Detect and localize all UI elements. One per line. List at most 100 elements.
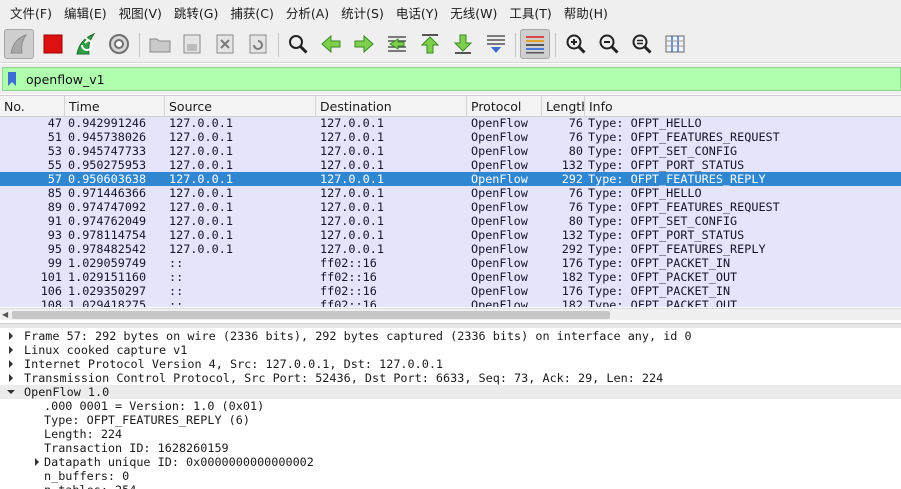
expanded-arrow-icon[interactable] (5, 385, 17, 399)
scroll-left-arrow-icon[interactable]: ◀ (2, 310, 8, 320)
menu-item[interactable]: 工具(T) (503, 0, 557, 27)
resize-columns-icon[interactable] (660, 29, 690, 59)
detail-tree-item[interactable]: Length: 224 (0, 427, 901, 441)
go-back-arrow-icon[interactable] (316, 29, 346, 59)
menu-item[interactable]: 统计(S) (335, 0, 390, 27)
detail-tree-item[interactable]: n_buffers: 0 (0, 469, 901, 483)
detail-tree-item[interactable]: n_tables: 254 (0, 483, 901, 489)
packet-cell-proto: OpenFlow (471, 214, 528, 228)
normal-size-icon[interactable] (627, 29, 657, 59)
display-filter-input[interactable]: openflow_v1 (2, 67, 901, 91)
menu-item[interactable]: 电话(Y) (390, 0, 444, 27)
packet-rows: 47 0.942991246 127.0.0.1 127.0.0.1 OpenFlow 7… (0, 117, 901, 307)
packet-row[interactable]: 93 0.978114754 127.0.0.1 127.0.0.1 OpenFlow 1… (0, 228, 901, 242)
detail-tree-item[interactable]: Datapath unique ID: 0x0000000000000002 (0, 455, 901, 469)
packet-cell-len: 76 (568, 130, 583, 144)
last-packet-icon[interactable] (448, 29, 478, 59)
packet-row[interactable]: 106 1.029350297:: ff02::16 OpenFlow 176 Type:… (0, 284, 901, 298)
packet-row[interactable]: 108 1.029418275:: ff02::16 OpenFlow 182 Type:… (0, 298, 901, 307)
menu-item[interactable]: 分析(A) (280, 0, 335, 27)
save-file-icon[interactable] (177, 29, 207, 59)
column-header-protocol[interactable]: Protocol (467, 96, 542, 117)
collapsed-arrow-icon[interactable] (5, 329, 17, 343)
packet-cell-len: 176 (561, 256, 583, 270)
detail-tree-item[interactable]: Transaction ID: 1628260159 (0, 441, 901, 455)
detail-tree-item[interactable]: OpenFlow 1.0 (0, 385, 901, 399)
packet-row[interactable]: 95 0.978482542 127.0.0.1 127.0.0.1 OpenFlow 2… (0, 242, 901, 256)
packet-cell-no: 101 (40, 270, 62, 284)
packet-cell-src: 127.0.0.1 (169, 186, 233, 200)
collapsed-arrow-icon[interactable] (5, 371, 17, 385)
detail-tree-item[interactable]: Type: OFPT_FEATURES_REPLY (6) (0, 413, 901, 427)
packet-row[interactable]: 89 0.974747092 127.0.0.1 127.0.0.1 OpenFlow 7… (0, 200, 901, 214)
packet-row-selected[interactable]: 57 0.950603638 127.0.0.1 127.0.0.1 OpenFlow 2… (0, 172, 901, 186)
menu-item[interactable]: 捕获(C) (224, 0, 279, 27)
packet-cell-info: Type: OFPT_HELLO (588, 186, 702, 200)
colorize-icon[interactable] (520, 29, 550, 59)
packet-cell-proto: OpenFlow (471, 144, 528, 158)
menu-item[interactable]: 跳转(G) (168, 0, 224, 27)
column-header-no[interactable]: No. (0, 96, 65, 117)
detail-tree-item[interactable]: Linux cooked capture v1 (0, 343, 901, 357)
collapsed-arrow-icon[interactable] (31, 455, 43, 469)
menu-item[interactable]: 帮助(H) (558, 0, 614, 27)
packet-cell-proto: OpenFlow (471, 172, 528, 186)
packet-cell-src: 127.0.0.1 (169, 228, 233, 242)
packet-cell-time: 0.950275953 (68, 158, 147, 172)
packet-cell-src: :: (169, 298, 184, 307)
packet-cell-no: 57 (47, 172, 62, 186)
column-header-length[interactable]: Length (542, 96, 585, 117)
horizontal-scrollbar[interactable]: ◀ (0, 308, 901, 320)
packet-row[interactable]: 101 1.029151160:: ff02::16 OpenFlow 182 Type:… (0, 270, 901, 284)
packet-cell-no: 95 (47, 242, 62, 256)
packet-cell-proto: OpenFlow (471, 186, 528, 200)
packet-row[interactable]: 55 0.950275953 127.0.0.1 127.0.0.1 OpenFlow 1… (0, 158, 901, 172)
bookmark-icon[interactable] (3, 68, 21, 90)
open-file-folder-icon[interactable] (145, 29, 175, 59)
column-header-info[interactable]: Info (585, 96, 901, 117)
zoom-in-icon[interactable] (561, 29, 591, 59)
menu-item[interactable]: 无线(W) (444, 0, 503, 27)
scrollbar-thumb[interactable] (12, 311, 610, 319)
toolbar-separator (139, 33, 140, 57)
reload-file-icon[interactable] (243, 29, 273, 59)
packet-cell-src: :: (169, 256, 184, 270)
column-header-source[interactable]: Source (165, 96, 316, 117)
capture-options-gear-icon[interactable] (104, 29, 134, 59)
detail-tree-item[interactable]: Transmission Control Protocol, Src Port:… (0, 371, 901, 385)
detail-tree-item[interactable]: Internet Protocol Version 4, Src: 127.0.… (0, 357, 901, 371)
packet-row[interactable]: 91 0.974762049 127.0.0.1 127.0.0.1 OpenFlow 8… (0, 214, 901, 228)
packet-cell-time: 0.942991246 (68, 117, 147, 130)
shark-fin-start-icon[interactable] (4, 29, 34, 59)
zoom-out-icon[interactable] (594, 29, 624, 59)
packet-cell-info: Type: OFPT_HELLO (588, 117, 702, 130)
detail-tree-item[interactable]: Frame 57: 292 bytes on wire (2336 bits),… (0, 329, 901, 343)
column-header-time[interactable]: Time (65, 96, 165, 117)
collapsed-arrow-icon[interactable] (5, 343, 17, 357)
packet-details-tree: Frame 57: 292 bytes on wire (2336 bits),… (0, 328, 901, 489)
packet-cell-info: Type: OFPT_SET_CONFIG (588, 144, 738, 158)
packet-row[interactable]: 51 0.945738026 127.0.0.1 127.0.0.1 OpenFlow 7… (0, 130, 901, 144)
packet-row[interactable]: 85 0.971446366 127.0.0.1 127.0.0.1 OpenFlow 7… (0, 186, 901, 200)
packet-cell-time: 1.029059749 (68, 256, 147, 270)
packet-row[interactable]: 47 0.942991246 127.0.0.1 127.0.0.1 OpenFlow 7… (0, 117, 901, 130)
menu-item[interactable]: 文件(F) (4, 0, 58, 27)
column-header-destination[interactable]: Destination (316, 96, 467, 117)
detail-tree-item[interactable]: .000 0001 = Version: 1.0 (0x01) (0, 399, 901, 413)
packet-cell-len: 80 (568, 214, 583, 228)
auto-scroll-icon[interactable] (481, 29, 511, 59)
packet-cell-len: 76 (568, 200, 583, 214)
find-packet-magnifier-icon[interactable] (283, 29, 313, 59)
stop-capture-icon[interactable] (38, 29, 68, 59)
packet-row[interactable]: 99 1.029059749:: ff02::16 OpenFlow 176 Type: … (0, 256, 901, 270)
packet-cell-src: 127.0.0.1 (169, 130, 233, 144)
close-file-icon[interactable] (210, 29, 240, 59)
collapsed-arrow-icon[interactable] (5, 357, 17, 371)
menu-item[interactable]: 视图(V) (113, 0, 168, 27)
menu-item[interactable]: 编辑(E) (58, 0, 113, 27)
go-to-packet-icon[interactable] (382, 29, 412, 59)
go-forward-arrow-icon[interactable] (349, 29, 379, 59)
restart-capture-icon[interactable] (71, 29, 101, 59)
packet-row[interactable]: 53 0.945747733 127.0.0.1 127.0.0.1 OpenFlow 8… (0, 144, 901, 158)
first-packet-icon[interactable] (415, 29, 445, 59)
